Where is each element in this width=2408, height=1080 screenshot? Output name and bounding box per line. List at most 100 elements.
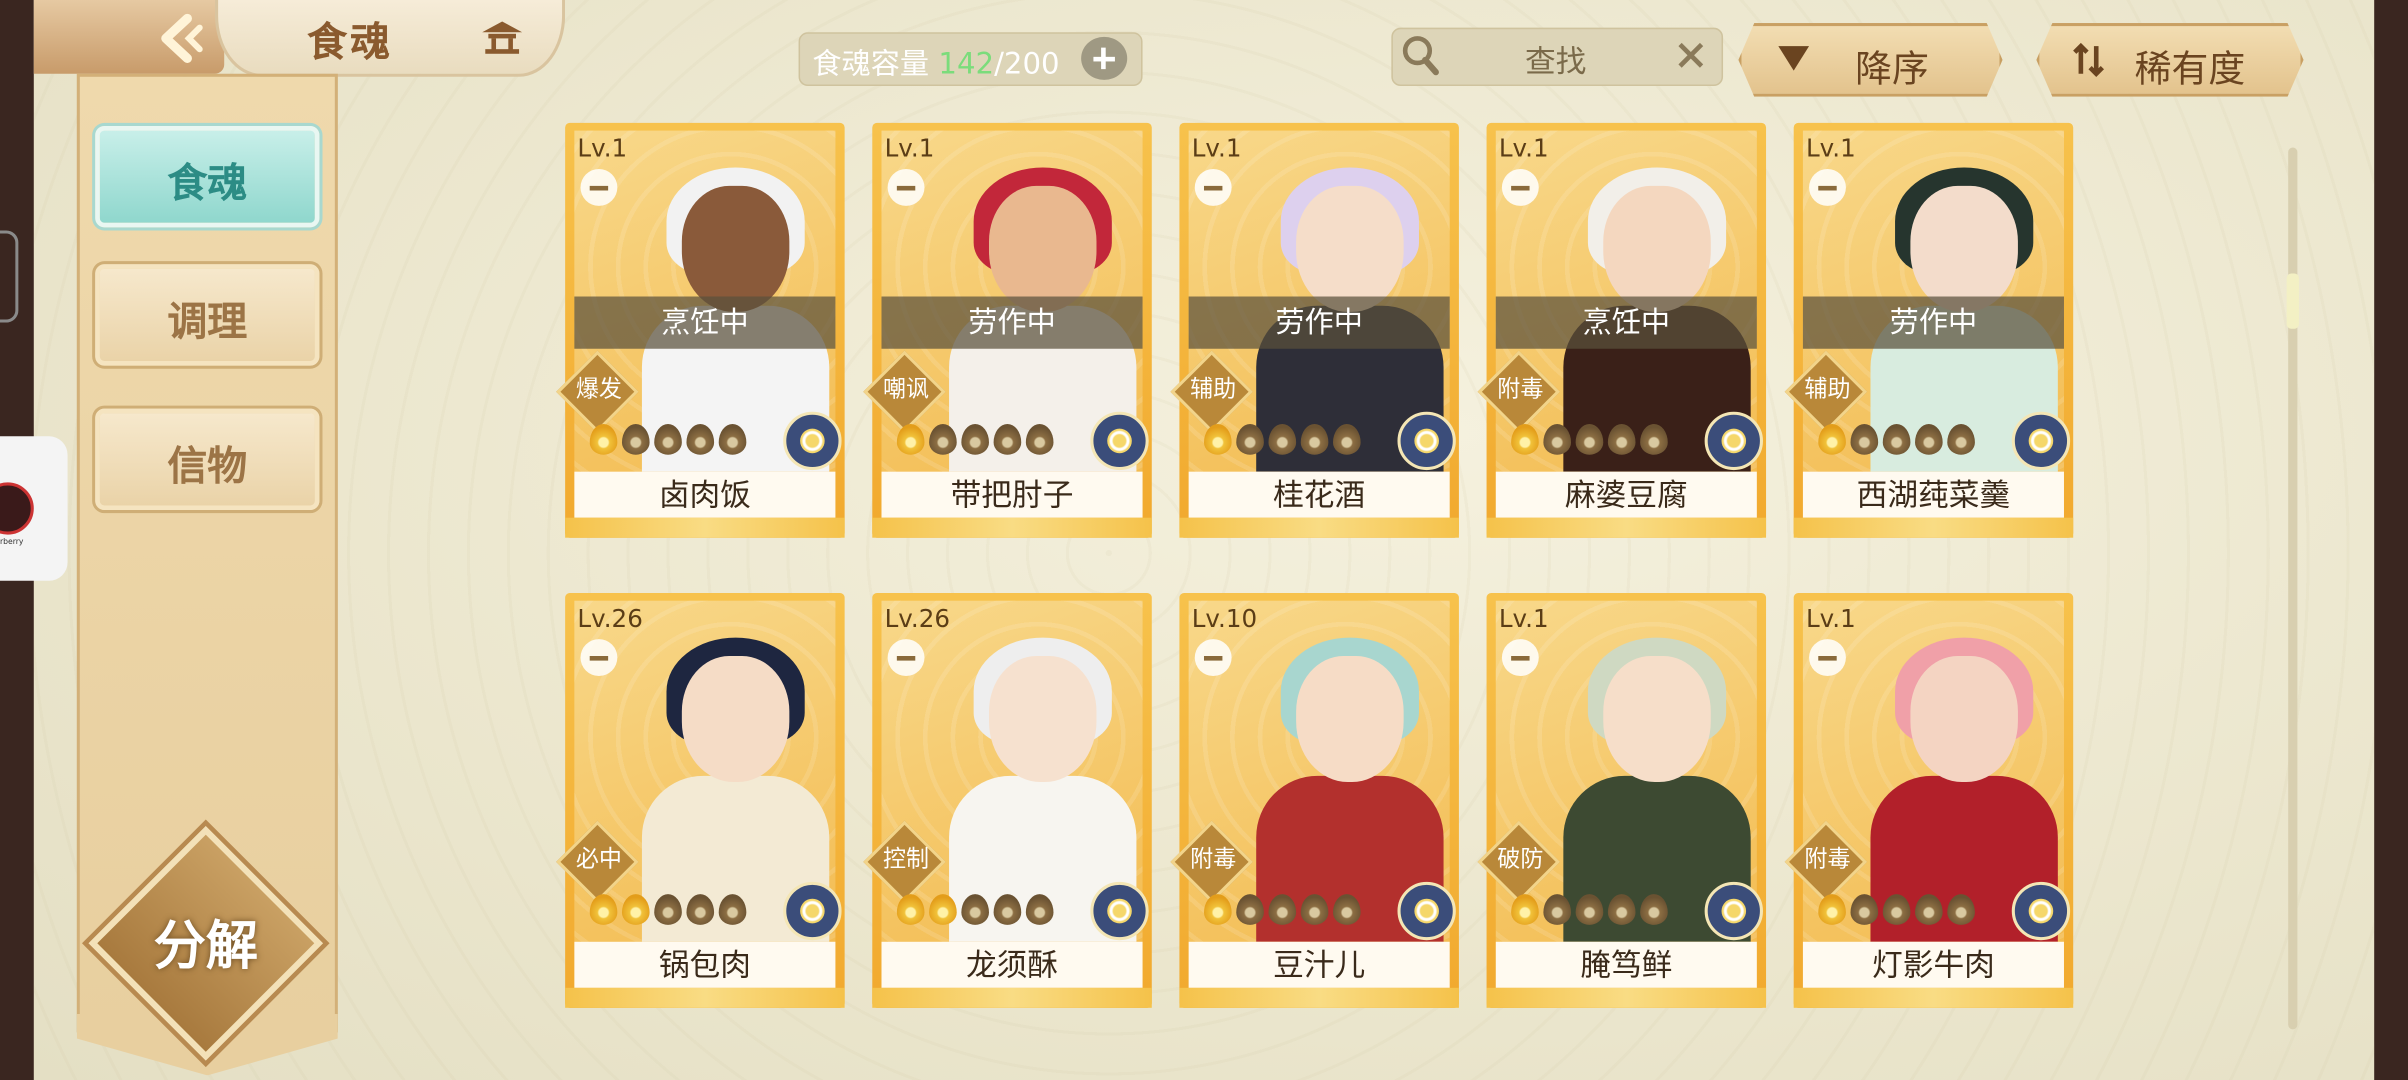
- widget-caption: rberry: [0, 537, 24, 547]
- character-face: [1910, 656, 2018, 782]
- pagoda-icon[interactable]: [479, 18, 525, 55]
- level-label: Lv.1: [1805, 603, 1856, 633]
- minus-icon[interactable]: [1501, 639, 1539, 676]
- character-face: [681, 185, 790, 312]
- rarity-flame-icon: [1203, 424, 1232, 455]
- back-button[interactable]: [33, 0, 225, 74]
- character-face: [988, 656, 1097, 782]
- food-soul-card[interactable]: Lv.26 控制龙须酥: [863, 593, 1152, 1008]
- character-name: 腌笃鲜: [1495, 941, 1757, 988]
- food-soul-card[interactable]: Lv.26 必中 锅包肉: [556, 593, 845, 1008]
- add-capacity-button[interactable]: [1081, 36, 1128, 80]
- food-soul-card[interactable]: Lv.1 破防 腌笃鲜: [1477, 593, 1767, 1008]
- minus-icon[interactable]: [887, 639, 925, 676]
- rarity-flame-icon: [961, 894, 989, 925]
- role-tag: 辅助: [1784, 350, 1868, 434]
- minus-icon[interactable]: [1809, 639, 1846, 676]
- card-bottom-trim: [872, 517, 1152, 538]
- capacity-current: 142: [938, 47, 995, 82]
- card-bottom-trim: [1793, 987, 2074, 1008]
- minus-icon[interactable]: [1809, 168, 1846, 206]
- rarity-flame-icon: [1607, 894, 1636, 925]
- level-label: Lv.26: [884, 603, 950, 633]
- rarity-flames: [1818, 894, 1979, 928]
- tab-label: 信物: [167, 443, 248, 491]
- food-soul-card[interactable]: Lv.1 烹饪中 附毒 麻婆豆腐: [1477, 122, 1767, 538]
- clear-search-icon[interactable]: [1674, 38, 1708, 72]
- rarity-flame-icon: [896, 894, 925, 925]
- rarity-flame-icon: [589, 894, 618, 925]
- sort-order-button[interactable]: 降序: [1738, 23, 2003, 97]
- character-face: [681, 656, 790, 782]
- minus-icon[interactable]: [1194, 168, 1232, 206]
- rarity-flames: [1203, 894, 1365, 928]
- element-emblem-icon: [1397, 411, 1456, 471]
- triangle-down-icon: [1778, 46, 1810, 71]
- level-label: Lv.1: [884, 133, 935, 163]
- rarity-flame-icon: [621, 424, 650, 455]
- level-label: Lv.1: [1191, 133, 1242, 163]
- rarity-flame-icon: [993, 424, 1022, 455]
- minus-icon[interactable]: [887, 168, 925, 206]
- rarity-flames: [589, 894, 751, 928]
- rarity-flame-icon: [1947, 894, 1975, 925]
- minus-icon[interactable]: [1194, 639, 1232, 676]
- status-banner: 劳作中: [1188, 296, 1450, 349]
- character-face: [1603, 656, 1711, 782]
- tab-label: 调理: [167, 299, 248, 346]
- minus-icon[interactable]: [580, 168, 618, 206]
- food-soul-card[interactable]: Lv.10 附毒 豆汁儿: [1170, 593, 1459, 1008]
- decompose-label: 分解: [153, 915, 258, 978]
- back-arrow-icon: [161, 13, 203, 63]
- side-handle[interactable]: [0, 230, 19, 323]
- character-face: [1296, 656, 1404, 782]
- role-tag-label: 附毒: [1497, 374, 1544, 403]
- character-face: [1296, 185, 1404, 312]
- card-bottom-trim: [1179, 517, 1459, 538]
- character-name: 龙须酥: [881, 941, 1143, 988]
- tab-conditioning[interactable]: 调理: [95, 264, 320, 366]
- element-emblem-icon: [1704, 411, 1763, 471]
- rarity-flame-icon: [718, 424, 747, 455]
- role-tag: 附毒: [1477, 350, 1561, 434]
- minus-icon[interactable]: [1501, 168, 1539, 206]
- food-soul-card[interactable]: Lv.1 劳作中 辅助 西湖莼菜羹: [1784, 122, 2074, 538]
- rarity-flame-icon: [621, 894, 650, 925]
- character-name: 桂花酒: [1188, 471, 1450, 518]
- rarity-flames: [1203, 424, 1365, 458]
- character-face: [1910, 185, 2018, 312]
- widget-avatar-icon: [0, 482, 34, 535]
- rarity-flame-icon: [654, 894, 682, 925]
- rarity-flame-icon: [1850, 894, 1879, 925]
- rarity-flame-icon: [654, 424, 682, 455]
- level-label: Lv.1: [577, 133, 628, 163]
- food-soul-card[interactable]: Lv.1 附毒 灯影牛肉: [1784, 593, 2074, 1008]
- rarity-flame-icon: [1575, 424, 1604, 455]
- minus-icon[interactable]: [580, 639, 618, 676]
- level-label: Lv.10: [1191, 603, 1258, 633]
- character-name: 带把肘子: [881, 471, 1143, 518]
- character-name: 麻婆豆腐: [1495, 471, 1757, 518]
- scrollbar-thumb[interactable]: [2286, 273, 2299, 329]
- role-tag: 控制: [863, 820, 946, 904]
- food-soul-card[interactable]: Lv.1 烹饪中 爆发 卤肉饭: [556, 122, 845, 538]
- food-soul-card[interactable]: Lv.1 劳作中 辅助 桂花酒: [1170, 122, 1459, 538]
- role-tag-label: 附毒: [1804, 844, 1851, 873]
- sort-by-button[interactable]: 稀有度: [2036, 23, 2304, 97]
- tab-label: 食魂: [167, 161, 248, 208]
- rarity-flame-icon: [1915, 894, 1943, 925]
- tab-keepsakes[interactable]: 信物: [95, 408, 320, 511]
- card-bottom-trim: [565, 987, 845, 1008]
- floating-widget[interactable]: rberry: [0, 436, 68, 581]
- food-soul-card[interactable]: Lv.1 劳作中 嘲讽 带把肘子: [863, 122, 1152, 538]
- element-emblem-icon: [1090, 411, 1149, 471]
- rarity-flame-icon: [1332, 894, 1361, 925]
- character-name: 锅包肉: [574, 941, 836, 988]
- rarity-flame-icon: [1236, 894, 1264, 925]
- rarity-flames: [896, 424, 1058, 458]
- role-tag-label: 嘲讽: [883, 374, 930, 403]
- tab-food-souls[interactable]: 食魂: [95, 125, 320, 228]
- rarity-flame-icon: [993, 894, 1022, 925]
- element-emblem-icon: [1397, 881, 1456, 941]
- rarity-flame-icon: [1332, 424, 1361, 455]
